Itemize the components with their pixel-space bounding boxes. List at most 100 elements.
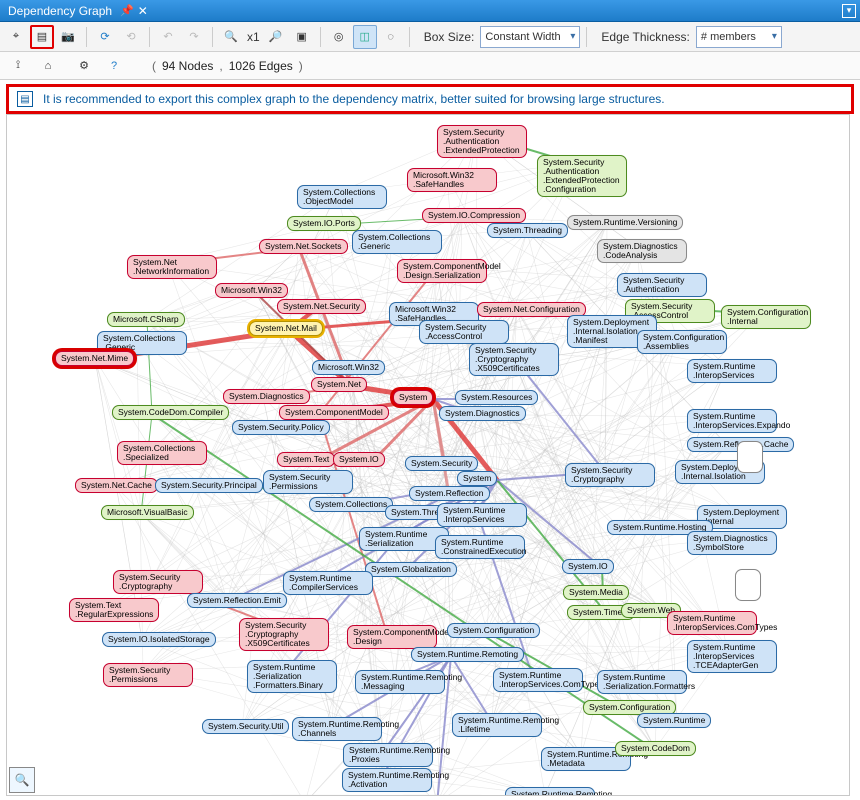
redo-button[interactable]: ↷	[182, 25, 206, 49]
pin-icon[interactable]: 📌	[120, 4, 134, 17]
graph-node[interactable]: System.Security .Cryptography	[565, 463, 655, 487]
graph-node[interactable]: System.Security .Permissions	[103, 663, 193, 687]
settings-button[interactable]: ⚙	[72, 54, 96, 78]
graph-node[interactable]: System.Runtime.Remoting .Services	[505, 787, 595, 796]
graph-node[interactable]: System.Runtime.Versioning	[567, 215, 683, 230]
graph-node[interactable]: System.Runtime .InteropServices.Expando	[687, 409, 777, 433]
matrix-export-icon[interactable]: ▤	[17, 91, 33, 107]
graph-node[interactable]: System.Runtime .CompilerServices	[283, 571, 373, 595]
graph-node[interactable]: System.Diagnostics .SymbolStore	[687, 531, 777, 555]
graph-node[interactable]: System.Runtime.Remoting .Metadata.W3cXsd…	[265, 795, 355, 796]
graph-node[interactable]: System.Diagnostics	[439, 406, 526, 421]
graph-node[interactable]: System.Runtime.Remoting	[411, 647, 524, 662]
graph-node[interactable]: System.Configuration .Assemblies	[637, 330, 727, 354]
graph-node[interactable]: System.ComponentModel .Design	[347, 625, 437, 649]
graph-node[interactable]: System.Security.Policy	[232, 420, 330, 435]
layout-hierarchy-button[interactable]: ⌖	[4, 25, 28, 49]
graph-node[interactable]: System.Runtime .Serialization .Formatter…	[247, 660, 337, 693]
graph-node[interactable]: System.Globalization	[365, 562, 457, 577]
zoom-in-button[interactable]: 🔍	[219, 25, 243, 49]
graph-node[interactable]: System.Collections .Specialized	[117, 441, 207, 465]
tree-button[interactable]: ⌂	[36, 54, 60, 78]
zoom-out-button[interactable]: 🔎	[264, 25, 288, 49]
graph-node[interactable]: System.Collections .ObjectModel	[297, 185, 387, 209]
graph-node[interactable]: System.Runtime .Serialization.Formatters	[597, 670, 687, 694]
graph-node[interactable]	[737, 441, 763, 473]
graph-node[interactable]: System.Security .Authentication	[617, 273, 707, 297]
graph-node[interactable]: System.Threading	[487, 223, 568, 238]
graph-node[interactable]: System.Runtime.Remoting .Proxies	[343, 743, 433, 767]
graph-node[interactable]: System.Net.Mail	[249, 321, 323, 336]
graph-node[interactable]: System.Reflection	[409, 486, 490, 501]
zoom-fit-button[interactable]: ▣	[290, 25, 314, 49]
graph-node[interactable]: Microsoft.VisualBasic	[101, 505, 194, 520]
overview-toggle[interactable]: 🔍	[9, 767, 35, 793]
graph-node[interactable]: System.Diagnostics .CodeAnalysis	[597, 239, 687, 263]
edge-thickness-select[interactable]: # members	[696, 26, 782, 48]
graph-node[interactable]: System.Text .RegularExpressions	[69, 598, 159, 622]
graph-node[interactable]: System.Runtime.Remoting .Messaging	[355, 670, 445, 694]
graph-node[interactable]: System.Collections	[309, 497, 393, 512]
refresh-alt-button[interactable]: ⟲	[119, 25, 143, 49]
graph-node[interactable]: System.CodeDom	[615, 741, 696, 756]
box-size-select[interactable]: Constant Width	[480, 26, 580, 48]
graph-node[interactable]: System.Security	[405, 456, 478, 471]
graph-node[interactable]: System.IO	[333, 452, 385, 467]
recommendation-message[interactable]: It is recommended to export this complex…	[43, 92, 665, 106]
graph-node[interactable]: System.ComponentModel .Design.Serializat…	[397, 259, 487, 283]
graph-node[interactable]: System.Configuration	[447, 623, 540, 638]
graph-node[interactable]: System.Security .Permissions	[263, 470, 353, 494]
graph-node[interactable]: System.CodeDom.Compiler	[112, 405, 229, 420]
graph-node[interactable]: System.Runtime .InteropServices	[437, 503, 527, 527]
graph-node[interactable]: System.IO	[562, 559, 614, 574]
graph-node[interactable]: System.Security .Cryptography	[113, 570, 203, 594]
help-button[interactable]: ?	[102, 54, 126, 78]
graph-node[interactable]: System.IO.Ports	[287, 216, 361, 231]
undo-button[interactable]: ↶	[156, 25, 180, 49]
graph-node[interactable]: System.Security .Authentication .Extende…	[437, 125, 527, 158]
graph-canvas[interactable]: System.Security .Authentication .Extende…	[7, 115, 849, 795]
graph-node[interactable]: System.Security .AccessControl	[419, 320, 509, 344]
graph-node[interactable]: System.Security.Principal	[155, 478, 263, 493]
graph-node[interactable]: System.Net .NetworkInformation	[127, 255, 217, 279]
graph-node[interactable]: System.IO.IsolatedStorage	[102, 632, 216, 647]
graph-node[interactable]: System.Runtime .InteropServices	[687, 359, 777, 383]
close-icon[interactable]: ✕	[138, 4, 148, 18]
graph-node[interactable]: System.Runtime .InteropServices.ComTypes	[667, 611, 757, 635]
graph-node[interactable]: System.Runtime.Remoting .Activation	[342, 768, 432, 792]
graph-node[interactable]: System.Configuration .Internal	[721, 305, 811, 329]
graph-node[interactable]: System.Security .Cryptography .X509Certi…	[469, 343, 559, 376]
graph-node[interactable]	[735, 569, 761, 601]
graph-node[interactable]: Microsoft.Win32 .SafeHandles	[407, 168, 497, 192]
graph-node[interactable]: System	[457, 471, 497, 486]
graph-node[interactable]: System.Net.Sockets	[259, 239, 348, 254]
graph-node[interactable]: Microsoft.CSharp	[107, 312, 185, 327]
graph-node[interactable]: System.Runtime.Remoting .Contexts	[397, 795, 487, 796]
graph-node[interactable]: System.Runtime .ConstrainedExecution	[435, 535, 525, 559]
screenshot-button[interactable]: 📷	[56, 25, 80, 49]
graph-node[interactable]: System	[393, 390, 433, 405]
graph-node[interactable]: System.Runtime.Remoting .Lifetime	[452, 713, 542, 737]
graph-node[interactable]: Microsoft.Win32	[312, 360, 385, 375]
graph-node[interactable]: System.Runtime .InteropServices.ComTypes	[493, 668, 583, 692]
lasso-select-button[interactable]: ◌	[379, 25, 403, 49]
graph-node[interactable]: System.Runtime	[637, 713, 711, 728]
graph-node[interactable]: System.Net.Configuration	[477, 302, 586, 317]
graph-node[interactable]: System.Runtime .InteropServices .TCEAdap…	[687, 640, 777, 673]
graph-node[interactable]: System.ComponentModel	[279, 405, 389, 420]
graph-node[interactable]: System.Net.Security	[277, 299, 366, 314]
window-menu-dropdown[interactable]: ▾	[842, 4, 856, 18]
graph-node[interactable]: System.Text	[277, 452, 335, 467]
marquee-select-button[interactable]: ◫	[353, 25, 377, 49]
graph-node[interactable]: System.Reflection.Emit	[187, 593, 287, 608]
graph-node[interactable]: System.Net	[311, 377, 367, 392]
graph-node[interactable]: System.Net.Cache	[75, 478, 158, 493]
graph-node[interactable]: System.Resources	[455, 390, 538, 405]
graph-node[interactable]: System.Net.Mime	[55, 351, 134, 366]
graph-node[interactable]: System.IO.Compression	[422, 208, 526, 223]
export-matrix-button[interactable]: ▤	[30, 25, 54, 49]
graph-node[interactable]: System.Collections .Generic	[352, 230, 442, 254]
graph-node[interactable]: System.Security .Authentication .Extende…	[537, 155, 627, 197]
refresh-button[interactable]: ⟳	[93, 25, 117, 49]
graph-node[interactable]: System.Security .Cryptography .X509Certi…	[239, 618, 329, 651]
